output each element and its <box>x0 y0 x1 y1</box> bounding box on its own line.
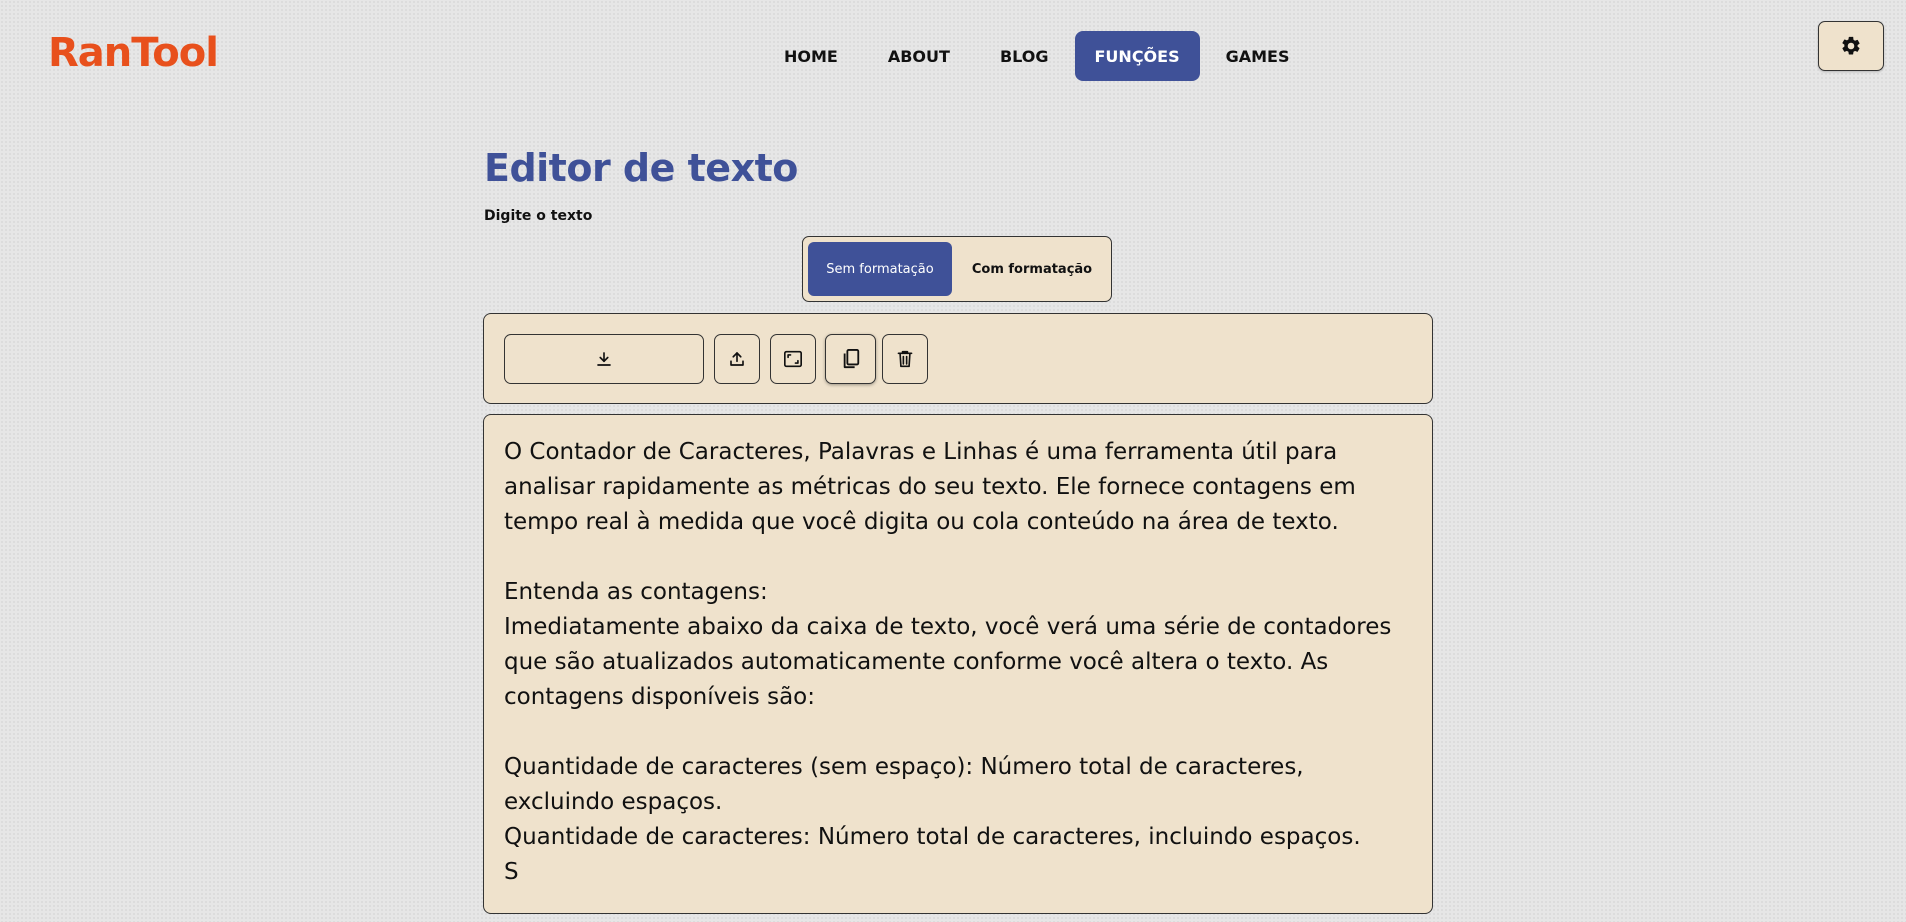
nav-funcoes[interactable]: FUNÇÕES <box>1074 31 1200 81</box>
page-subtitle: Digite o texto <box>484 208 593 224</box>
gear-icon <box>1840 35 1862 57</box>
upload-icon <box>728 350 746 368</box>
page-title: Editor de texto <box>484 146 798 190</box>
download-icon <box>595 350 613 368</box>
upload-button[interactable] <box>714 334 760 384</box>
nav-about[interactable]: ABOUT <box>864 31 974 81</box>
settings-button[interactable] <box>1818 21 1884 71</box>
nav-games[interactable]: GAMES <box>1202 31 1314 81</box>
copy-button[interactable] <box>825 334 876 384</box>
fullscreen-button[interactable] <box>770 334 816 384</box>
expand-icon <box>783 350 803 368</box>
editor-toolbar <box>483 313 1433 404</box>
download-button[interactable] <box>504 334 704 384</box>
mode-formatted-button[interactable]: Com formatação <box>958 242 1106 296</box>
main-nav: HOME ABOUT BLOG FUNÇÕES GAMES <box>760 31 1316 81</box>
copy-icon <box>841 348 861 370</box>
text-editor[interactable]: O Contador de Caracteres, Palavras e Lin… <box>483 414 1433 914</box>
nav-blog[interactable]: BLOG <box>976 31 1073 81</box>
editor-content[interactable]: O Contador de Caracteres, Palavras e Lin… <box>504 435 1414 890</box>
site-logo[interactable]: RanTool <box>48 30 219 76</box>
format-mode-toggle: Sem formatação Com formatação <box>802 236 1112 302</box>
nav-home[interactable]: HOME <box>760 31 862 81</box>
delete-button[interactable] <box>882 334 928 384</box>
trash-icon <box>896 349 914 369</box>
mode-plain-button[interactable]: Sem formatação <box>808 242 952 296</box>
